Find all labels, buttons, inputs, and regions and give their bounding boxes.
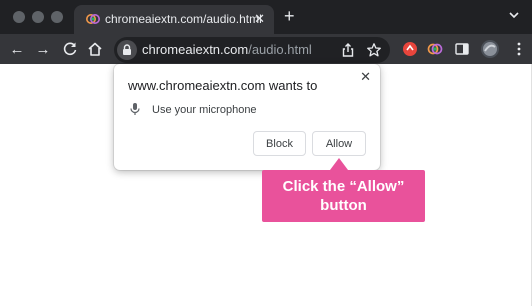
browser-window: chromeaiextn.com/audio.html ✕ + ← → chro… [0, 0, 532, 306]
prompt-title: www.chromeaiextn.com wants to [128, 78, 318, 93]
callout-arrow [330, 158, 348, 170]
tab-search-chevron-icon[interactable] [508, 10, 520, 20]
reload-icon[interactable] [61, 40, 79, 58]
block-button[interactable]: Block [253, 131, 306, 156]
allow-button[interactable]: Allow [312, 131, 366, 156]
callout-line-2: button [320, 197, 367, 214]
address-bar[interactable]: chromeaiextn.com/audio.html [114, 37, 390, 63]
new-tab-button[interactable]: + [284, 6, 295, 26]
lock-icon[interactable] [117, 40, 137, 60]
permission-label: Use your microphone [152, 104, 257, 116]
callout-line-1: Click the “Allow” [282, 178, 405, 195]
tab-close-icon[interactable]: ✕ [254, 11, 265, 27]
extension-red-icon[interactable] [402, 41, 418, 57]
instruction-callout: Click the “Allow” button [262, 170, 425, 222]
url-path: /audio.html [248, 42, 312, 57]
share-icon[interactable] [340, 42, 356, 58]
prompt-close-icon[interactable]: ✕ [360, 69, 371, 85]
profile-avatar[interactable] [480, 39, 500, 59]
back-button[interactable]: ← [8, 40, 26, 58]
bookmark-star-icon[interactable] [366, 42, 382, 58]
side-panel-icon[interactable] [454, 41, 470, 57]
permission-prompt: www.chromeaiextn.com wants to ✕ Use your… [114, 64, 380, 170]
forward-button[interactable]: → [34, 40, 52, 58]
url-text: chromeaiextn.com/audio.html [142, 42, 312, 57]
tab-title: chromeaiextn.com/audio.html [105, 12, 262, 26]
extension-brain-icon[interactable] [427, 41, 443, 57]
minimize-window-button[interactable] [32, 11, 44, 23]
maximize-window-button[interactable] [51, 11, 63, 23]
menu-kebab-icon[interactable] [511, 41, 527, 57]
toolbar: ← → chromeaiextn.com/audio.html [0, 34, 532, 64]
url-host: chromeaiextn.com [142, 42, 249, 57]
tab-active[interactable]: chromeaiextn.com/audio.html ✕ [74, 5, 274, 34]
tab-strip: chromeaiextn.com/audio.html ✕ + [0, 0, 532, 34]
close-window-button[interactable] [13, 11, 25, 23]
brain-favicon-icon [86, 14, 100, 24]
home-icon[interactable] [86, 40, 104, 58]
microphone-icon [130, 103, 140, 115]
